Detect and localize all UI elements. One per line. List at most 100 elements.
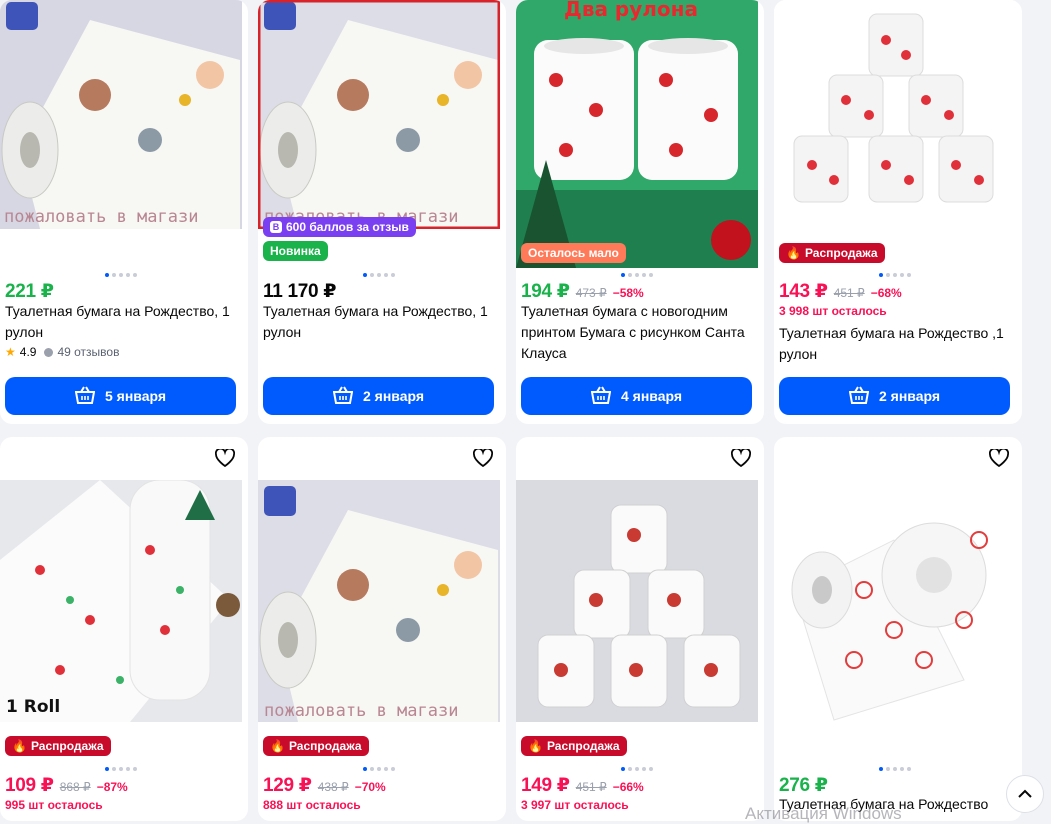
image-caption: 1 Roll [6, 697, 60, 717]
sale-label: Распродажа [546, 739, 620, 753]
wishlist-button[interactable] [470, 445, 496, 471]
old-price: 451 ₽ [833, 286, 865, 300]
discount: −87% [96, 780, 128, 794]
product-image[interactable]: пожаловать в магази [258, 480, 500, 722]
discount: −70% [354, 780, 386, 794]
product-card[interactable]: пожаловать в магази 🔥 Распродажа 129 ₽ 4… [258, 437, 506, 821]
carousel-dots [774, 767, 1016, 771]
old-price: 451 ₽ [575, 780, 607, 794]
chat-bubble-icon [44, 347, 54, 357]
price: 143 ₽ [779, 281, 828, 302]
delivery-date: 2 января [878, 388, 941, 404]
product-image[interactable]: пожаловать в магази [0, 0, 242, 229]
carousel-dots [258, 273, 500, 277]
fire-icon: 🔥 [528, 739, 543, 753]
carousel-dots [516, 273, 758, 277]
bonus-badge[interactable]: B 600 баллов за отзыв [263, 217, 416, 237]
new-badge: Новинка [263, 241, 328, 261]
product-image[interactable] [774, 480, 1016, 722]
carousel-dots [516, 767, 758, 771]
product-title[interactable]: Туалетная бумага на Рождество ,1 рулон [779, 323, 1015, 365]
old-price: 438 ₽ [317, 780, 349, 794]
sale-label: Распродажа [288, 739, 362, 753]
heart-icon [215, 449, 235, 467]
carousel-dots [0, 273, 242, 277]
price: 149 ₽ [521, 775, 570, 796]
review-count[interactable]: 49 отзывов [57, 345, 119, 359]
image-caption: Два рулона [564, 0, 698, 21]
fire-icon: 🔥 [270, 739, 285, 753]
discount: −68% [870, 286, 902, 300]
low-stock-label: Осталось мало [528, 246, 619, 260]
add-to-cart-button[interactable]: 4 января [521, 377, 752, 415]
price: 221 ₽ [5, 281, 54, 302]
image-caption: пожаловать в магази [264, 701, 458, 721]
price: 11 170 ₽ [263, 281, 337, 302]
bonus-label: 600 баллов за отзыв [286, 220, 409, 234]
stock-left: 888 шт осталось [263, 798, 361, 812]
ozon-b-icon: B [270, 221, 282, 233]
fire-icon: 🔥 [786, 246, 801, 260]
product-card[interactable]: 🔥 Распродажа 143 ₽ 451 ₽ −68% 3 998 шт о… [774, 0, 1022, 424]
product-title[interactable]: Туалетная бумага на Рождество, 1 рулон [5, 301, 241, 343]
stock-left: 995 шт осталось [5, 798, 103, 812]
star-icon: ★ [5, 345, 16, 359]
basket-icon [332, 385, 354, 407]
new-label: Новинка [270, 244, 321, 258]
stock-left: 3 997 шт осталось [521, 798, 629, 812]
add-to-cart-button[interactable]: 2 января [263, 377, 494, 415]
wishlist-button[interactable] [212, 445, 238, 471]
product-image[interactable] [774, 0, 1016, 268]
price: 194 ₽ [521, 281, 570, 302]
product-card[interactable]: 🔥 Распродажа 149 ₽ 451 ₽ −66% 3 997 шт о… [516, 437, 764, 821]
old-price: 868 ₽ [59, 780, 91, 794]
product-card[interactable]: пожаловать в магази 221 ₽ Туалетная бума… [0, 0, 248, 424]
product-card[interactable]: 276 ₽ Туалетная бумага на Рождество [774, 437, 1022, 821]
basket-icon [848, 385, 870, 407]
basket-icon [590, 385, 612, 407]
chevron-up-icon [1018, 789, 1032, 798]
discount: −58% [612, 286, 644, 300]
windows-activation-watermark: Активация Windows [745, 804, 902, 823]
low-stock-badge: Осталось мало [521, 243, 626, 263]
add-to-cart-button[interactable]: 5 января [5, 377, 236, 415]
add-to-cart-button[interactable]: 2 января [779, 377, 1010, 415]
fire-icon: 🔥 [12, 739, 27, 753]
product-card[interactable]: Два рулона Осталось мало 194 ₽ 473 ₽ −58… [516, 0, 764, 424]
carousel-dots [774, 273, 1016, 277]
product-image[interactable] [516, 480, 758, 722]
product-image[interactable]: пожаловать в магази [258, 0, 500, 229]
price: 109 ₽ [5, 775, 54, 796]
rating-value: 4.9 [19, 345, 37, 359]
product-title[interactable]: Туалетная бумага на Рождество, 1 рулон [263, 301, 499, 343]
carousel-dots [258, 767, 500, 771]
sale-label: Распродажа [30, 739, 104, 753]
delivery-date: 5 января [104, 388, 167, 404]
basket-icon [74, 385, 96, 407]
delivery-date: 2 января [362, 388, 425, 404]
wishlist-button[interactable] [728, 445, 754, 471]
delivery-date: 4 января [620, 388, 683, 404]
discount: −66% [612, 780, 644, 794]
stock-left: 3 998 шт осталось [779, 304, 887, 318]
product-image[interactable]: Два рулона [516, 0, 758, 268]
price: 129 ₽ [263, 775, 312, 796]
heart-icon [989, 449, 1009, 467]
heart-icon [731, 449, 751, 467]
sale-label: Распродажа [804, 246, 878, 260]
scroll-to-top-button[interactable] [1006, 775, 1044, 813]
product-card[interactable]: 1 Roll 🔥 Распродажа 109 ₽ 868 ₽ −87% 995… [0, 437, 248, 821]
product-image[interactable]: 1 Roll [0, 480, 242, 722]
carousel-dots [0, 767, 242, 771]
image-caption: пожаловать в магази [4, 207, 198, 227]
sale-badge: 🔥 Распродажа [521, 736, 627, 756]
rating: ★ 4.9 49 отзывов [5, 345, 119, 359]
old-price: 473 ₽ [575, 286, 607, 300]
product-grid: пожаловать в магази 221 ₽ Туалетная бума… [0, 0, 1051, 821]
sale-badge: 🔥 Распродажа [779, 243, 885, 263]
heart-icon [473, 449, 493, 467]
product-card[interactable]: пожаловать в магази B 600 баллов за отзы… [258, 0, 506, 424]
product-title[interactable]: Туалетная бумага с новогодним принтом Бу… [521, 301, 757, 364]
sale-badge: 🔥 Распродажа [5, 736, 111, 756]
wishlist-button[interactable] [986, 445, 1012, 471]
